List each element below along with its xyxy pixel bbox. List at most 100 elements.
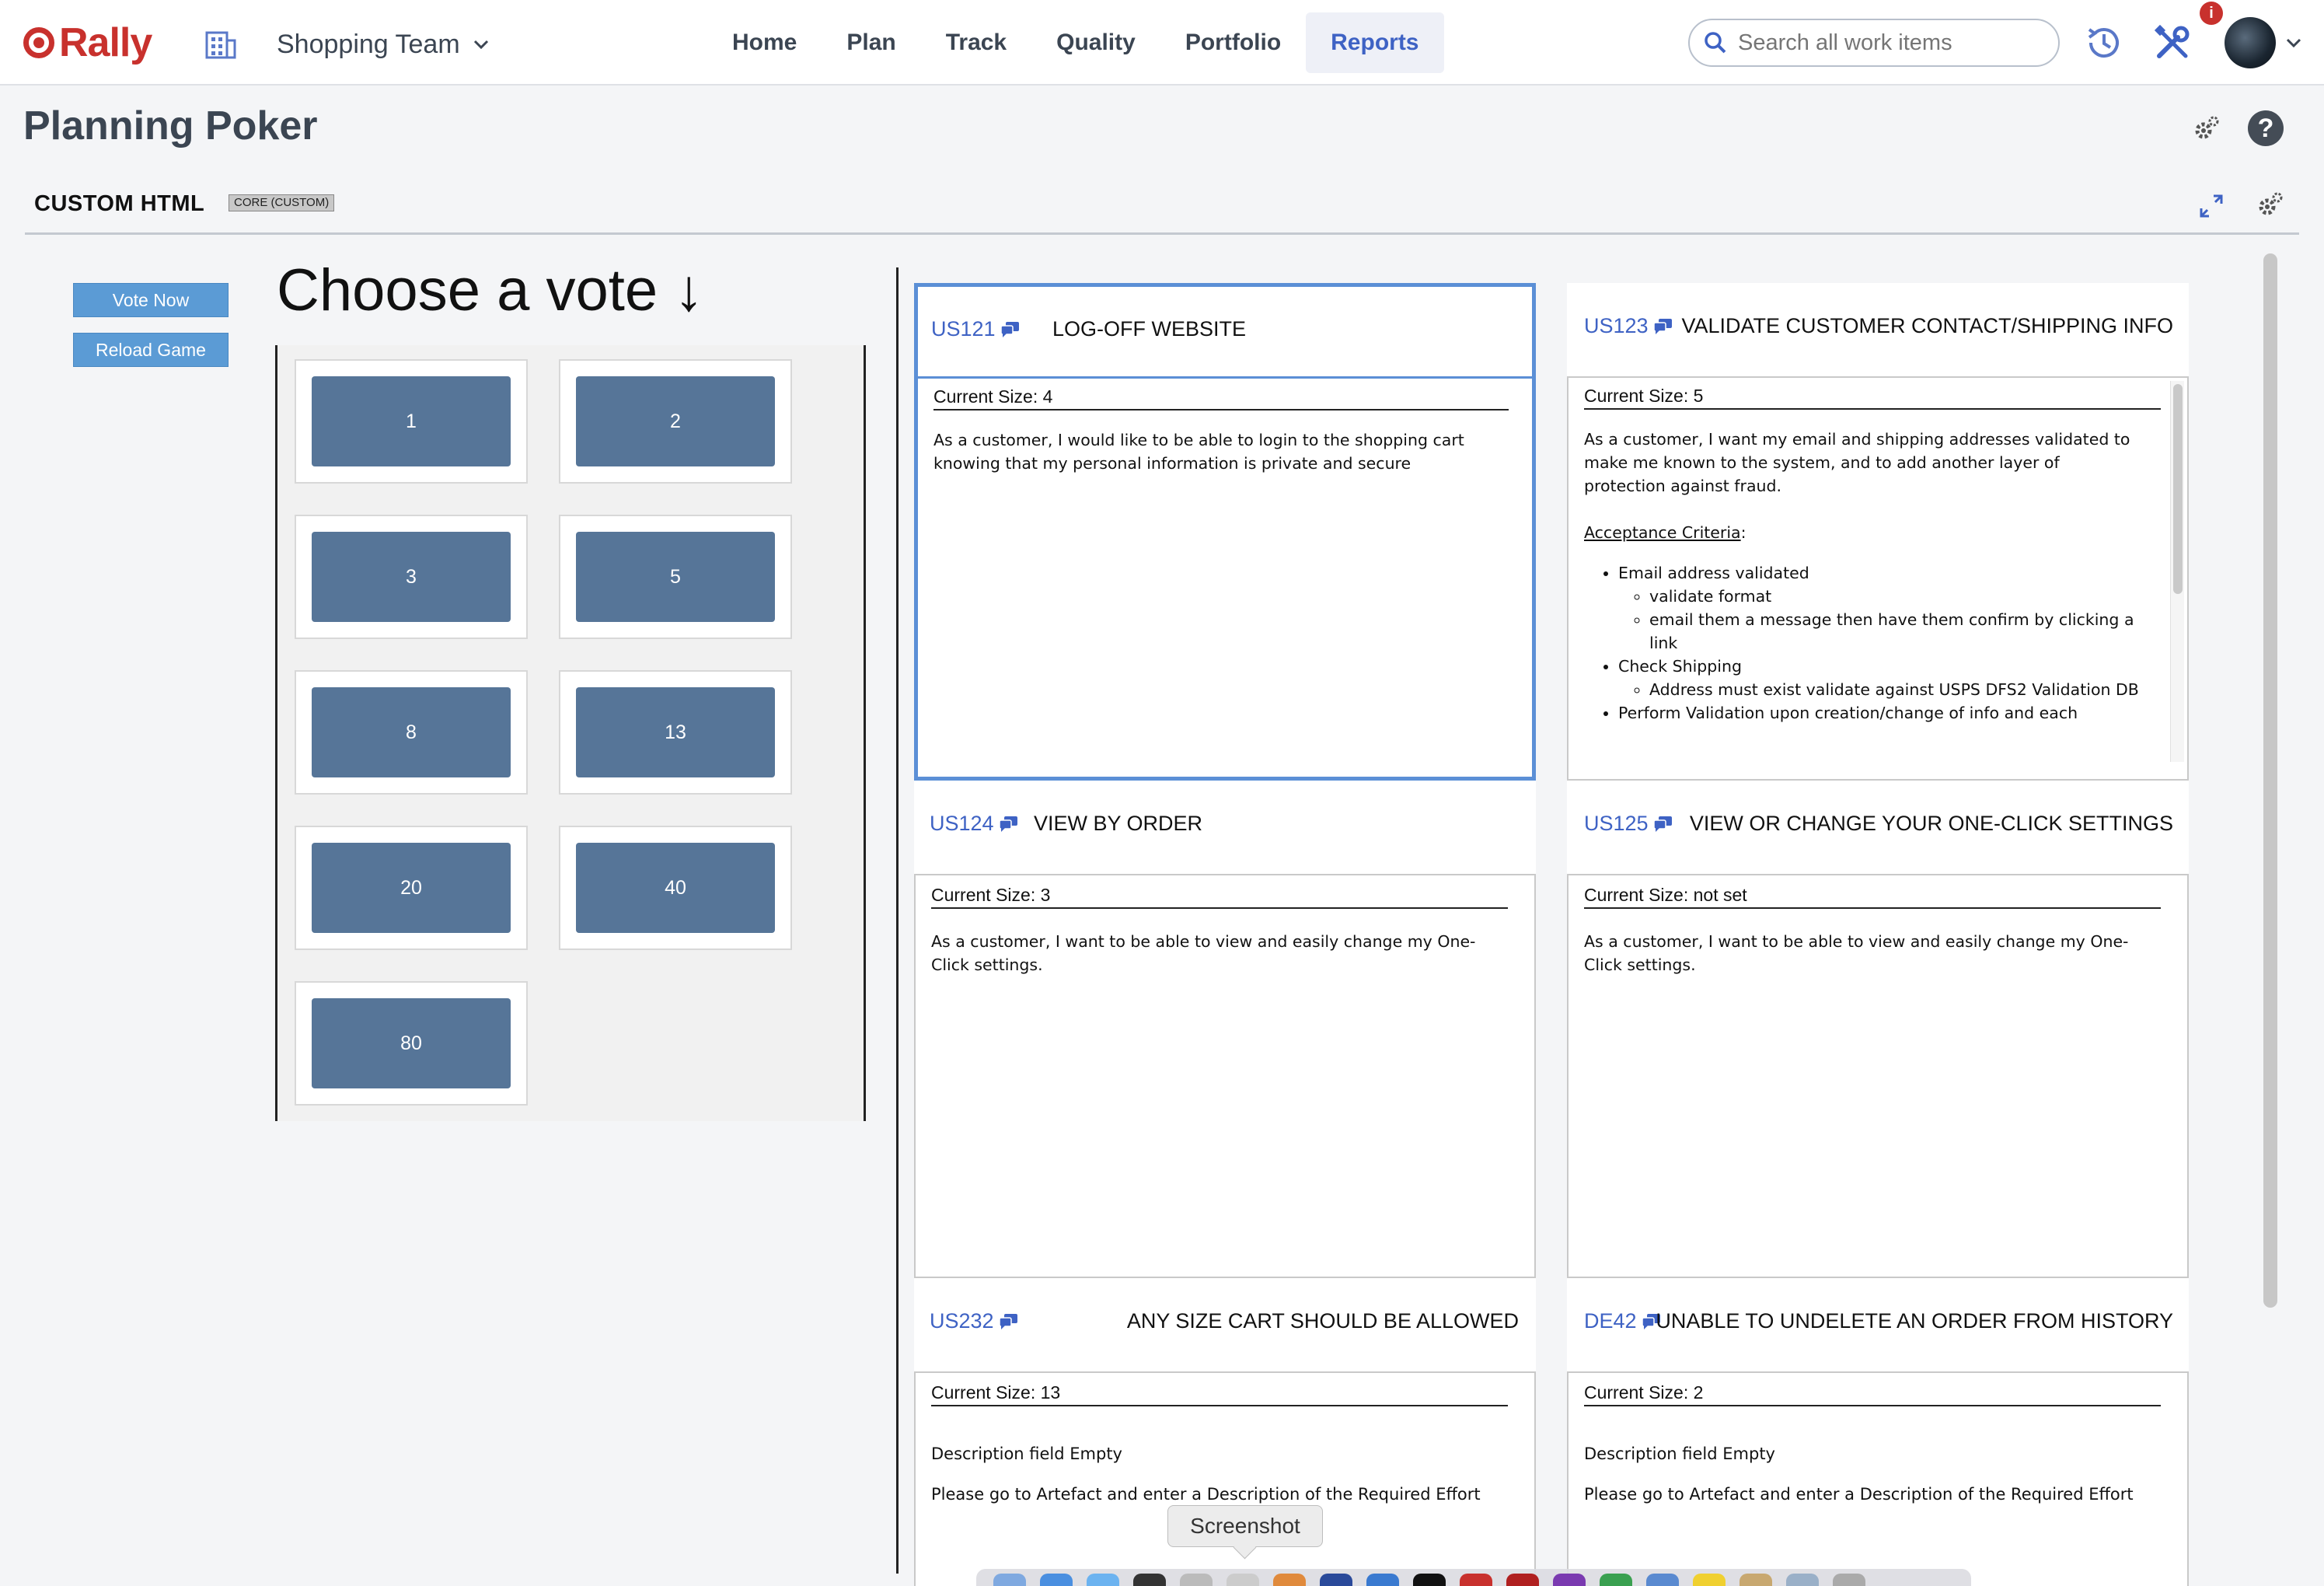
search-box[interactable] [1688,19,2060,67]
comments-icon[interactable] [1000,321,1021,338]
story-card[interactable]: US124 VIEW BY ORDER Current Size: 3 As a… [914,781,1536,1278]
story-id-link[interactable]: US125 [1584,812,1673,836]
vote-card-button[interactable]: 8 [312,687,511,777]
dock-app-icon[interactable] [1227,1574,1259,1586]
vote-card-button[interactable]: 13 [576,687,775,777]
dock-app-icon[interactable] [1646,1574,1679,1586]
story-size: Current Size: 13 [931,1382,1508,1406]
story-size: Current Size: 3 [931,885,1508,909]
story-card[interactable]: US125 VIEW OR CHANGE YOUR ONE-CLICK SETT… [1567,781,2189,1278]
vote-now-button[interactable]: Vote Now [73,283,229,317]
vote-card-button[interactable]: 2 [576,376,775,466]
story-id: US123 [1584,314,1649,337]
story-card-body: Current Size: 4 As a customer, I would l… [918,376,1532,777]
gear-icon[interactable] [2256,191,2284,219]
dock-app-icon[interactable] [1273,1574,1306,1586]
page-title: Planning Poker [23,103,318,148]
empty-description-hint: Please go to Artefact and enter a Descri… [931,1485,1481,1504]
story-card-body: Current Size: 13 Description field Empty… [914,1371,1536,1586]
story-size: Current Size: not set [1584,885,2161,909]
empty-description-notice: Description field Empty [1584,1445,1775,1463]
expand-icon[interactable] [2198,193,2225,219]
dock-app-icon[interactable] [993,1574,1026,1586]
nav-reports[interactable]: Reports [1306,12,1444,73]
vote-card-button[interactable]: 5 [576,532,775,622]
vote-card-slot: 40 [559,826,792,950]
dock-app-icon[interactable] [1460,1574,1492,1586]
story-card[interactable]: DE42 UNABLE TO UNDELETE AN ORDER FROM HI… [1567,1278,2189,1586]
dock-app-icon[interactable] [1786,1574,1819,1586]
story-card[interactable]: US123 VALIDATE CUSTOMER CONTACT/SHIPPING… [1567,283,2189,781]
reload-game-button[interactable]: Reload Game [73,333,229,367]
dock-app-icon[interactable] [1506,1574,1539,1586]
description-scrollbar[interactable] [2170,381,2184,762]
comments-icon[interactable] [998,816,1019,833]
story-id-link[interactable]: US121 [931,317,1021,341]
nav-track[interactable]: Track [921,12,1031,73]
gear-icon[interactable] [2192,115,2220,143]
story-id-link[interactable]: DE42 [1584,1309,1662,1333]
vote-card-button[interactable]: 40 [576,843,775,933]
story-id: US125 [1584,812,1649,835]
dock-app-icon[interactable] [1180,1574,1213,1586]
rally-logo-text: Rally [59,20,152,65]
story-name: VALIDATE CUSTOMER CONTACT/SHIPPING INFO [1681,314,2173,337]
dock-app-icon[interactable] [1133,1574,1166,1586]
screenshot-tooltip: Screenshot [1167,1505,1323,1547]
dock-app-icon[interactable] [1553,1574,1586,1586]
vote-card-grid: 1 2 3 5 8 13 20 40 80 [275,345,866,1121]
rally-logo[interactable]: Rally [23,20,152,65]
column-divider [896,267,899,1574]
vote-card-slot: 3 [295,515,528,639]
story-id: US124 [930,812,994,835]
vote-card-button[interactable]: 20 [312,843,511,933]
workspace-selector[interactable]: Shopping Team [277,23,491,65]
search-input[interactable] [1738,30,2033,56]
dock-app-icon[interactable] [1833,1574,1865,1586]
scrollbar-thumb[interactable] [2173,384,2183,594]
rally-logo-icon [23,27,54,58]
dock-app-icon[interactable] [1320,1574,1352,1586]
story-card-header: US232 ANY SIZE CART SHOULD BE ALLOWED [914,1278,1536,1371]
dock-app-icon[interactable] [1087,1574,1119,1586]
comments-icon[interactable] [1652,318,1673,335]
dock-app-icon[interactable] [1693,1574,1726,1586]
history-icon[interactable] [2083,22,2125,64]
nav-quality[interactable]: Quality [1031,12,1160,73]
story-id-link[interactable]: US124 [930,812,1019,836]
panel-title: CUSTOM HTML [34,191,205,216]
story-id: DE42 [1584,1309,1637,1333]
tools-icon[interactable] [2151,22,2193,64]
story-name: VIEW OR CHANGE YOUR ONE-CLICK SETTINGS [1689,812,2173,835]
workspace-label: Shopping Team [277,29,460,59]
help-icon[interactable]: ? [2248,110,2284,146]
dock-app-icon[interactable] [1740,1574,1772,1586]
vote-card-button[interactable]: 1 [312,376,511,466]
dock-app-icon[interactable] [1600,1574,1632,1586]
story-name: LOG-OFF WEBSITE [1052,317,1247,341]
workspace-icon[interactable] [204,28,236,59]
story-card[interactable]: US121 LOG-OFF WEBSITE Current Size: 4 As… [914,283,1536,781]
nav-home[interactable]: Home [707,12,822,73]
story-card-header: US123 VALIDATE CUSTOMER CONTACT/SHIPPING… [1567,283,2189,376]
story-id-link[interactable]: US232 [930,1309,1019,1333]
page-scrollbar[interactable] [2263,253,2277,1308]
story-card-body: Current Size: 2 Description field Empty … [1567,1371,2189,1586]
nav-plan[interactable]: Plan [822,12,920,73]
empty-description-hint: Please go to Artefact and enter a Descri… [1584,1485,2134,1504]
nav-portfolio[interactable]: Portfolio [1160,12,1306,73]
chevron-down-icon [473,40,488,50]
comments-icon[interactable] [998,1313,1019,1330]
dock-app-icon[interactable] [1040,1574,1073,1586]
dock-app-icon[interactable] [1413,1574,1446,1586]
acceptance-criteria-label: Acceptance Criteria [1584,523,1741,542]
story-card-body: Current Size: 3 As a customer, I want to… [914,874,1536,1278]
comments-icon[interactable] [1652,816,1673,833]
vote-card-button[interactable]: 80 [312,998,511,1088]
avatar[interactable] [2225,17,2276,68]
dock-app-icon[interactable] [1366,1574,1399,1586]
notification-badge[interactable]: i [2200,2,2223,25]
chevron-down-icon[interactable] [2284,33,2304,53]
story-id-link[interactable]: US123 [1584,314,1673,338]
vote-card-button[interactable]: 3 [312,532,511,622]
